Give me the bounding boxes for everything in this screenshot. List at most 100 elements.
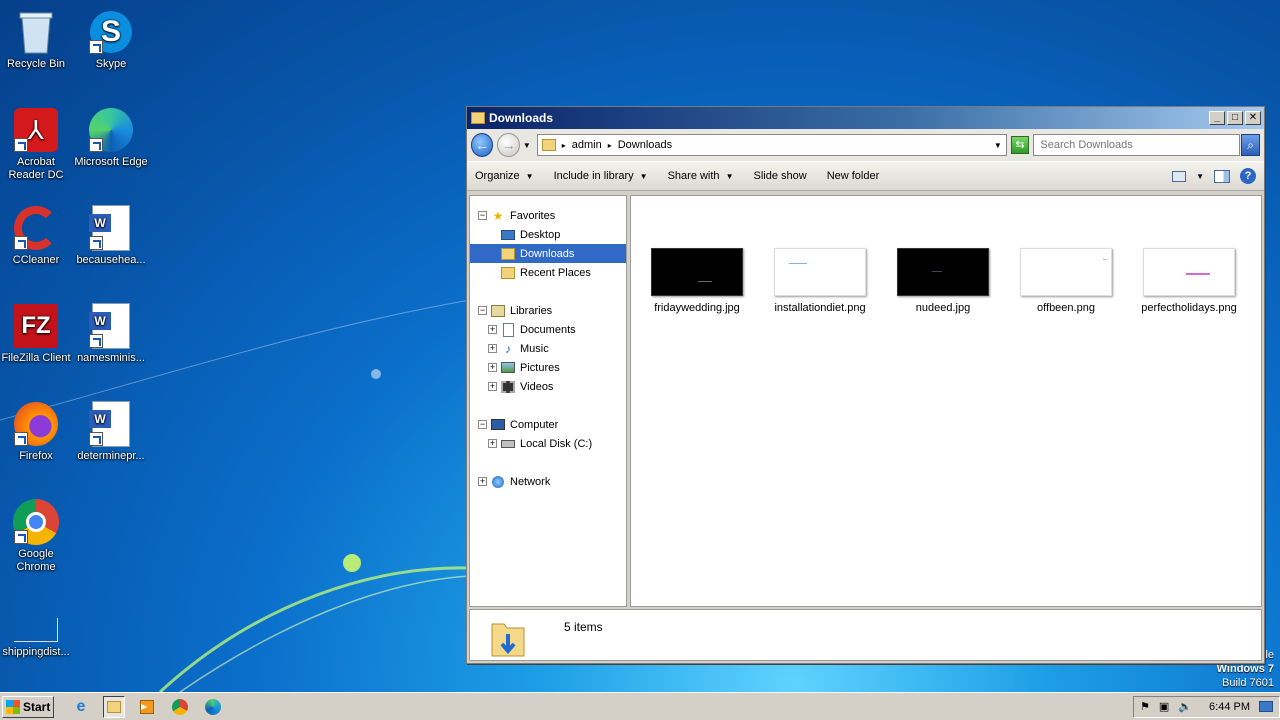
desktop-icon bbox=[500, 228, 516, 242]
downloads-folder-icon bbox=[541, 139, 556, 151]
nav-item-recent-places[interactable]: Recent Places bbox=[470, 263, 626, 282]
desktop-icon-recycle-bin[interactable]: Recycle Bin bbox=[0, 8, 74, 71]
nav-label: Documents bbox=[520, 323, 576, 336]
file-item[interactable]: offbeen.png bbox=[1011, 248, 1121, 315]
file-item[interactable]: nudeed.jpg bbox=[888, 248, 998, 315]
file-item[interactable]: installationdiet.png bbox=[765, 248, 875, 315]
folder-icon bbox=[471, 112, 485, 124]
refresh-icon: ⇆ bbox=[1015, 139, 1025, 151]
title-bar[interactable]: Downloads _ □ ✕ bbox=[467, 107, 1264, 129]
nav-item-libraries[interactable]: − Libraries bbox=[470, 301, 626, 320]
search-button[interactable]: ⌕ bbox=[1241, 134, 1260, 156]
desktop-icon-label: CCleaner bbox=[12, 254, 60, 266]
recycle-bin-icon bbox=[12, 8, 60, 56]
breadcrumb-admin[interactable]: admin bbox=[572, 139, 602, 151]
minimize-button[interactable]: _ bbox=[1209, 111, 1225, 125]
new-folder-button[interactable]: New folder bbox=[827, 170, 880, 182]
taskbar-media-player[interactable]: ▶ bbox=[136, 696, 158, 718]
address-dropdown-icon[interactable]: ▼ bbox=[994, 141, 1002, 150]
preview-pane-icon[interactable] bbox=[1214, 169, 1230, 183]
nav-item-desktop[interactable]: Desktop bbox=[470, 225, 626, 244]
include-in-library-menu[interactable]: Include in library ▼ bbox=[554, 170, 648, 182]
nav-item-favorites[interactable]: − ★ Favorites bbox=[470, 206, 626, 225]
collapse-icon[interactable]: − bbox=[478, 420, 487, 429]
nav-item-music[interactable]: + ♪ Music bbox=[470, 339, 626, 358]
expand-icon[interactable]: + bbox=[488, 363, 497, 372]
nav-item-videos[interactable]: + Videos bbox=[470, 377, 626, 396]
desktop-icon-ccleaner[interactable]: CCleaner bbox=[0, 204, 74, 267]
expand-icon[interactable]: + bbox=[488, 382, 497, 391]
nav-item-network[interactable]: + Network bbox=[470, 472, 626, 491]
desktop-icon-chrome[interactable]: Google Chrome bbox=[0, 498, 74, 574]
taskbar-ie[interactable]: e bbox=[70, 696, 92, 718]
desktop-icon-label: Google Chrome bbox=[16, 548, 56, 573]
maximize-button[interactable]: □ bbox=[1227, 111, 1243, 125]
chevron-right-icon[interactable]: ▸ bbox=[608, 141, 612, 150]
image-thumbnail bbox=[774, 248, 866, 296]
refresh-button[interactable]: ⇆ bbox=[1010, 136, 1030, 154]
file-name: installationdiet.png bbox=[774, 302, 866, 314]
nav-label: Libraries bbox=[510, 304, 553, 317]
arrow-right-icon: → bbox=[501, 137, 516, 153]
chrome-icon bbox=[12, 498, 60, 546]
desktop-icon-label: Firefox bbox=[19, 450, 53, 462]
desktop-icon-filezilla[interactable]: FZ FileZilla Client bbox=[0, 302, 74, 365]
start-button[interactable]: Start bbox=[2, 695, 54, 718]
desktop-icon-firefox[interactable]: Firefox bbox=[0, 400, 74, 463]
collapse-icon[interactable]: − bbox=[478, 211, 487, 220]
nav-item-pictures[interactable]: + Pictures bbox=[470, 358, 626, 377]
chevron-right-icon[interactable]: ▸ bbox=[562, 141, 566, 150]
search-input[interactable] bbox=[1033, 134, 1241, 156]
pictures-icon bbox=[500, 361, 516, 375]
organize-label: Organize bbox=[475, 170, 520, 182]
help-icon[interactable]: ? bbox=[1240, 168, 1256, 184]
nav-item-documents[interactable]: + Documents bbox=[470, 320, 626, 339]
clock[interactable]: 6:44 PM bbox=[1209, 701, 1250, 713]
expand-icon[interactable]: + bbox=[488, 344, 497, 353]
window-title: Downloads bbox=[489, 111, 554, 125]
acrobat-icon: ⅄ bbox=[12, 106, 60, 154]
desktop-icon-word-doc-2[interactable]: W namesminis... bbox=[73, 302, 149, 365]
flag-icon[interactable]: ⚑ bbox=[1140, 700, 1150, 713]
forward-button[interactable]: → bbox=[497, 133, 520, 157]
desktop-icon-acrobat[interactable]: ⅄ Acrobat Reader DC bbox=[0, 106, 74, 182]
back-button[interactable]: ← bbox=[471, 133, 494, 157]
close-button[interactable]: ✕ bbox=[1245, 111, 1261, 125]
file-item[interactable]: fridaywedding.jpg bbox=[642, 248, 752, 315]
recent-places-icon bbox=[500, 266, 516, 280]
desktop-icon-skype[interactable]: S Skype bbox=[73, 8, 149, 71]
nav-item-downloads[interactable]: Downloads bbox=[470, 244, 626, 263]
expand-icon[interactable]: + bbox=[488, 439, 497, 448]
organize-menu[interactable]: Organize ▼ bbox=[475, 170, 534, 182]
nav-item-local-disk[interactable]: + Local Disk (C:) bbox=[470, 434, 626, 453]
desktop-icon-word-doc-1[interactable]: W becausehea... bbox=[73, 204, 149, 267]
collapse-icon[interactable]: − bbox=[478, 306, 487, 315]
desktop-icon-label: Skype bbox=[95, 58, 127, 70]
taskbar-explorer[interactable] bbox=[103, 695, 125, 718]
breadcrumb-downloads[interactable]: Downloads bbox=[618, 139, 672, 151]
recent-pages-dropdown-icon[interactable]: ▼ bbox=[523, 141, 531, 150]
network-icon bbox=[490, 475, 506, 489]
navigation-pane: − ★ Favorites Desktop Downloads Recent Pla… bbox=[469, 195, 627, 607]
address-bar[interactable]: ▸ admin ▸ Downloads ▼ bbox=[536, 134, 1007, 156]
file-item[interactable]: perfectholidays.png bbox=[1134, 248, 1244, 315]
view-dropdown-icon[interactable]: ▼ bbox=[1196, 172, 1204, 181]
share-with-menu[interactable]: Share with ▼ bbox=[668, 170, 734, 182]
expand-icon[interactable]: + bbox=[478, 477, 487, 486]
change-view-icon[interactable] bbox=[1172, 170, 1187, 182]
show-desktop-icon[interactable] bbox=[1259, 701, 1273, 712]
taskbar-chrome[interactable] bbox=[169, 696, 191, 718]
volume-icon[interactable]: 🔈 bbox=[1178, 700, 1192, 713]
network-status-icon[interactable]: ▣ bbox=[1159, 700, 1169, 713]
desktop-icon-edge[interactable]: Microsoft Edge bbox=[73, 106, 149, 169]
documents-icon bbox=[500, 322, 516, 337]
nav-label: Computer bbox=[510, 418, 559, 431]
slideshow-label: Slide show bbox=[753, 170, 807, 182]
nav-label: Music bbox=[520, 342, 549, 355]
desktop-icon-word-doc-3[interactable]: W determinepr... bbox=[73, 400, 149, 463]
slide-show-button[interactable]: Slide show bbox=[753, 170, 806, 182]
desktop-icon-shipping-file[interactable]: shippingdist... bbox=[0, 596, 74, 659]
expand-icon[interactable]: + bbox=[488, 325, 497, 334]
nav-item-computer[interactable]: − Computer bbox=[470, 415, 626, 434]
taskbar-edge[interactable] bbox=[202, 696, 224, 718]
